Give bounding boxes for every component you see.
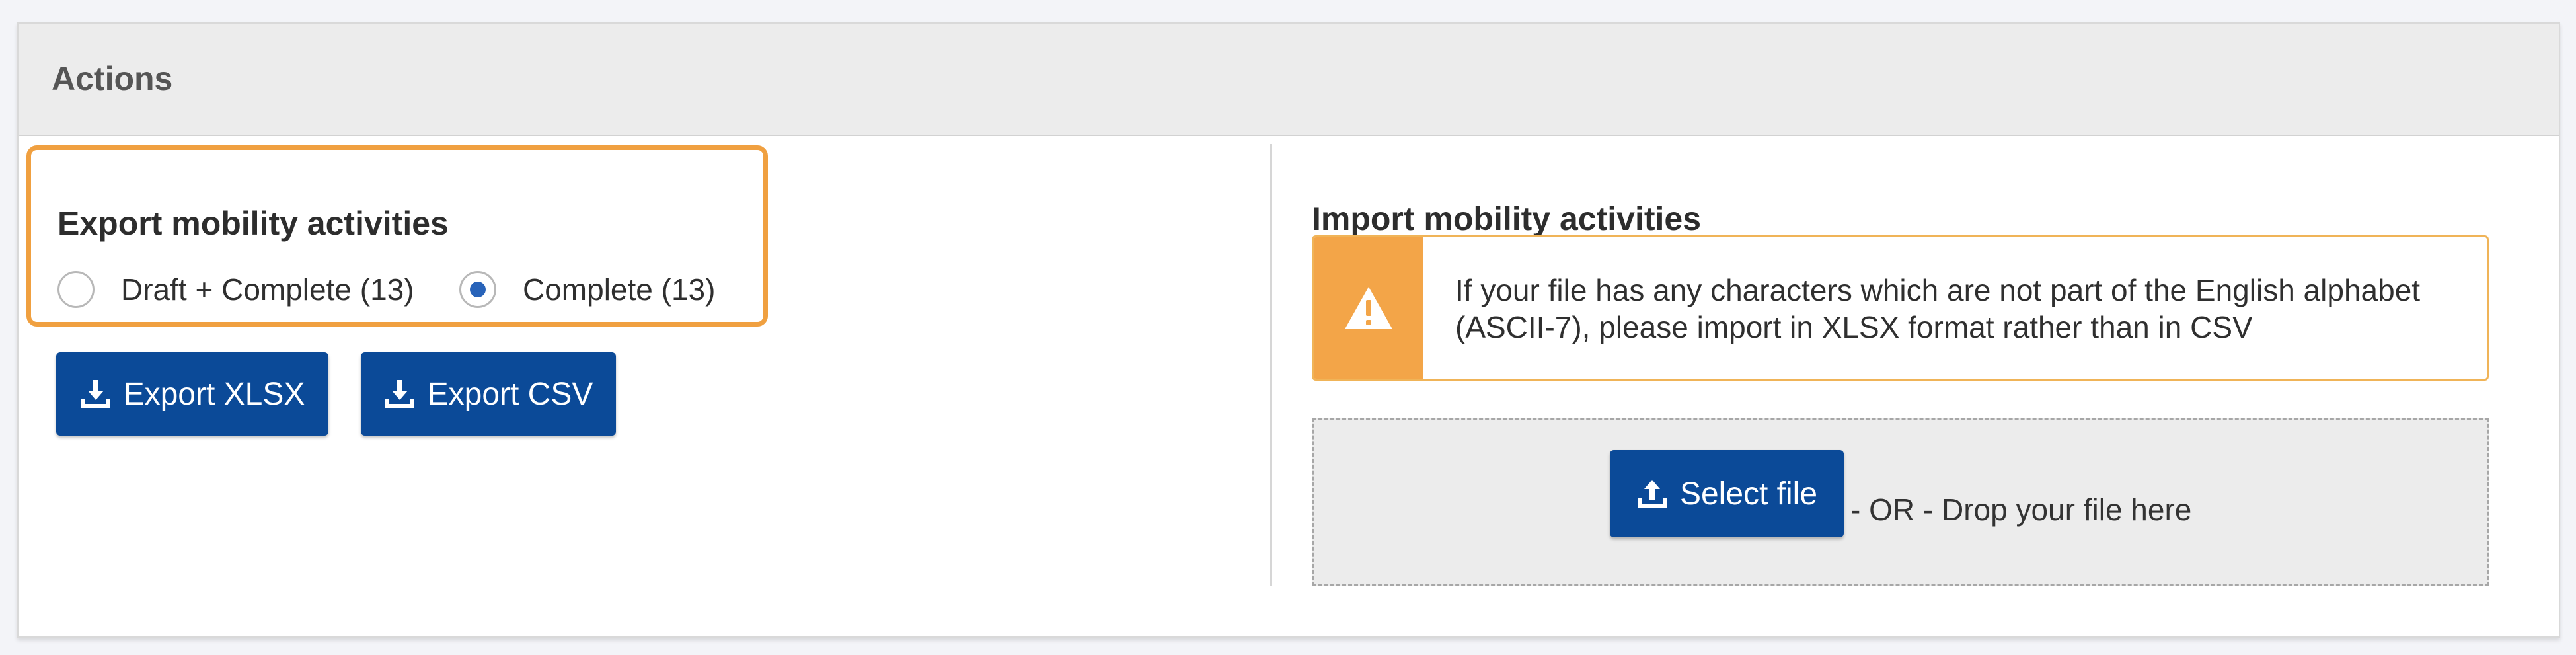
section-divider [1270, 144, 1272, 586]
warning-message: If your file has any characters which ar… [1455, 273, 2421, 344]
radio-draft-complete[interactable]: Draft + Complete (13) [57, 271, 414, 308]
export-csv-label: Export CSV [427, 376, 593, 412]
select-file-button[interactable]: Select file [1610, 450, 1844, 537]
radio-complete-label[interactable]: Complete (13) [523, 272, 715, 307]
radio-draft-complete-label[interactable]: Draft + Complete (13) [121, 272, 414, 307]
select-file-label: Select file [1679, 476, 1818, 512]
panel-header: Actions [19, 24, 2559, 136]
upload-icon [1637, 480, 1667, 508]
panel-title: Actions [52, 60, 173, 97]
export-xlsx-label: Export XLSX [123, 376, 305, 412]
drop-file-hint: - OR - Drop your file here [1850, 492, 2192, 527]
export-csv-button[interactable]: Export CSV [361, 352, 616, 436]
download-icon [385, 380, 414, 408]
export-section-title: Export mobility activities [57, 205, 449, 242]
ascii-warning-alert: If your file has any characters which ar… [1312, 235, 2489, 381]
import-section-title: Import mobility activities [1312, 200, 1702, 237]
radio-unchecked-icon[interactable] [57, 271, 95, 308]
export-options-box: Export mobility activities Draft + Compl… [26, 145, 768, 327]
warning-icon-area [1314, 237, 1423, 379]
export-xlsx-button[interactable]: Export XLSX [56, 352, 328, 436]
radio-checked-icon[interactable] [459, 271, 496, 308]
warning-icon [1345, 287, 1392, 329]
download-icon [81, 380, 110, 408]
radio-complete[interactable]: Complete (13) [459, 271, 715, 308]
